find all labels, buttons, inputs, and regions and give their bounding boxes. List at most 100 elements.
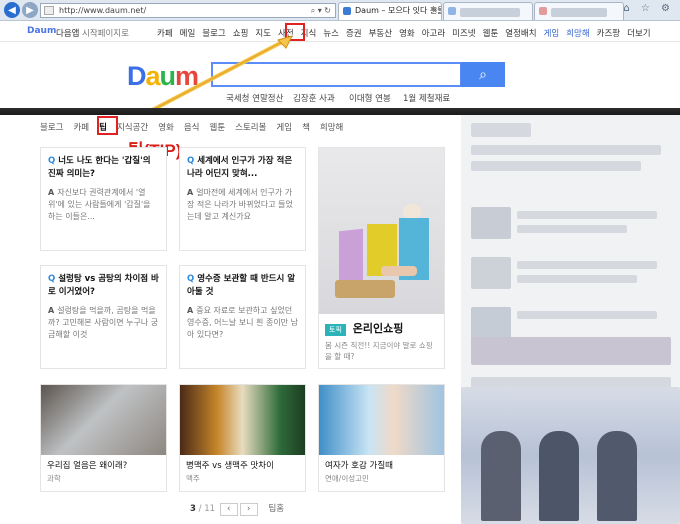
- forward-arrow-icon[interactable]: ▶: [22, 2, 38, 18]
- image-card[interactable]: 우리집 얼음은 왜이래? 과학: [40, 384, 167, 492]
- page-total: 11: [204, 504, 216, 514]
- pagination: 3 / 11 ‹ › 팁홈: [190, 503, 285, 516]
- search-button[interactable]: ⌕: [461, 62, 505, 87]
- top-menu: 카페 메일 블로그 쇼핑 지도 사전 지식 뉴스 증권 부동산 영화 아고라 미즈넷 웹툰 열정배치 게임 희망…: [157, 27, 658, 39]
- search-icon: ⌕: [479, 66, 487, 83]
- subnav-item[interactable]: 스토리볼: [235, 121, 266, 133]
- menu-item[interactable]: 아고라: [422, 27, 445, 39]
- menu-item[interactable]: 웹툰: [483, 27, 499, 39]
- menu-item[interactable]: 희망해: [566, 27, 589, 39]
- subnav-item[interactable]: 블로그: [40, 121, 63, 133]
- daum-small-logo[interactable]: Daum: [27, 26, 56, 36]
- feature-card-shopping[interactable]: 토픽 온리인쇼핑 봄 시즌 직전!! 지금이야 말로 쇼핑을 할 때?: [318, 147, 445, 369]
- tab-title: Daum – 모으다 잇다 흔들다: [355, 6, 441, 15]
- qa-card[interactable]: Q 영수증 보관할 때 반드시 알아둘 것 A 중요 자료로 보관하고 싶었던 영수…: [179, 265, 306, 369]
- trending-keyword[interactable]: 김장훈 사과: [293, 92, 335, 104]
- browser-toolbar: ◀ ▶ http://www.daum.net/ ⌕ ▾ ↻ Daum – 모으…: [0, 0, 680, 21]
- daum-logo[interactable]: Daum: [127, 61, 199, 92]
- menu-item[interactable]: 미즈넷: [452, 27, 475, 39]
- tab-daum[interactable]: Daum – 모으다 잇다 흔들다 ×: [338, 2, 442, 20]
- tab-favicon-icon: [448, 7, 456, 15]
- subnav-item[interactable]: 카페: [73, 121, 89, 133]
- address-url: http://www.daum.net/: [59, 6, 147, 15]
- feature-desc: 봄 시즌 직전!! 지금이야 말로 쇼핑을 할 때?: [325, 341, 433, 361]
- subnav-item[interactable]: 책: [302, 121, 310, 133]
- qa-card[interactable]: Q 설렁탕 vs 곰탕의 차이점 바로 이거였어? A 설렁탕을 먹을까, 곰탕을 …: [40, 265, 167, 369]
- question-q-icon: Q: [187, 274, 195, 284]
- address-tools-icon[interactable]: ⌕ ▾ ↻: [311, 4, 331, 17]
- subnav-item[interactable]: 게임: [276, 121, 292, 133]
- tab-blurred-1[interactable]: [443, 2, 533, 20]
- image-card[interactable]: 병맥주 vs 생맥주 맛차이 맥주: [179, 384, 306, 492]
- section-divider: [0, 108, 680, 115]
- image-card-title: 병맥주 vs 생맥주 맛차이: [186, 461, 274, 471]
- tab-blurred-2[interactable]: [534, 2, 624, 20]
- right-sidebar-blurred: [461, 115, 680, 524]
- blurred-tab-title: [551, 8, 607, 17]
- menu-item[interactable]: 블로그: [202, 27, 225, 39]
- browser-home-star-gear-icon[interactable]: ⌂ ☆ ⚙: [623, 3, 674, 14]
- answer-text: 설렁탕을 먹을까, 곰탕을 먹을까? 고민해본 사람이면 누구나 궁금해할 이것: [48, 306, 159, 339]
- question-q-icon: Q: [187, 156, 195, 166]
- tab-favicon-icon: [539, 7, 547, 15]
- link-start-page[interactable]: 시작페이지로: [82, 27, 129, 39]
- question-text: 세계에서 인구가 가장 적은 나라 어딘지 맞혀...: [187, 156, 293, 179]
- beer-glasses-image: [180, 385, 305, 455]
- menu-item[interactable]: 지도: [255, 27, 271, 39]
- page-favicon-icon: [44, 6, 54, 15]
- address-bar[interactable]: http://www.daum.net/ ⌕ ▾ ↻: [40, 3, 336, 18]
- answer-a-icon: A: [187, 188, 194, 197]
- qa-card[interactable]: Q 세계에서 인구가 가장 적은 나라 어딘지 맞혀... A 얼마전에 세계에서 …: [179, 147, 306, 251]
- menu-item[interactable]: 부동산: [369, 27, 392, 39]
- menu-item[interactable]: 게임: [544, 27, 560, 39]
- menu-item[interactable]: 증권: [346, 27, 362, 39]
- menu-item[interactable]: 영화: [399, 27, 415, 39]
- image-card-title: 우리집 얼음은 왜이래?: [47, 461, 128, 471]
- link-daum-app[interactable]: 다음앱: [56, 27, 79, 39]
- sub-navigation: 블로그 카페 팁 지식공간 영화 음식 웹툰 스토리볼 게임 책 희망해: [40, 121, 353, 133]
- qa-card[interactable]: Q 너도 나도 한다는 '갑질'의 진짜 의미는? A 자신보다 권력관계에서 '열…: [40, 147, 167, 251]
- menu-item[interactable]: 카페: [157, 27, 173, 39]
- menu-item[interactable]: 카즈팡: [597, 27, 620, 39]
- trending-keyword[interactable]: 1월 제철재료: [403, 92, 450, 104]
- subnav-item[interactable]: 음식: [184, 121, 200, 133]
- question-q-icon: Q: [48, 274, 56, 284]
- image-card-title: 여자가 호감 가질때: [325, 461, 393, 471]
- menu-item[interactable]: 쇼핑: [233, 27, 249, 39]
- subnav-item[interactable]: 희망해: [320, 121, 343, 133]
- blurred-tab-title: [460, 8, 520, 17]
- prev-page-button[interactable]: ‹: [219, 503, 238, 516]
- daum-favicon-icon: [343, 7, 351, 15]
- close-icon[interactable]: ×: [431, 3, 438, 19]
- answer-a-icon: A: [48, 188, 55, 197]
- trending-keyword[interactable]: 국세청 연말정산: [226, 92, 283, 104]
- topic-badge: 토픽: [325, 324, 346, 336]
- search-input[interactable]: [211, 62, 462, 87]
- subnav-item[interactable]: 웹툰: [210, 121, 226, 133]
- question-text: 설렁탕 vs 곰탕의 차이점 바로 이거였어?: [48, 274, 159, 297]
- menu-item[interactable]: 뉴스: [323, 27, 339, 39]
- image-card-category: 과학: [47, 474, 61, 483]
- question-text: 너도 나도 한다는 '갑질'의 진짜 의미는?: [48, 156, 151, 179]
- menu-item[interactable]: 메일: [180, 27, 196, 39]
- image-card-category: 연애/이성고민: [325, 474, 369, 483]
- daum-top-bar: Daum 다음앱 시작페이지로 카페 메일 블로그 쇼핑 지도 사전 지식 뉴스 증권 부동산 영화…: [0, 21, 680, 42]
- next-page-button[interactable]: ›: [239, 503, 258, 516]
- answer-text: 중요 자료로 보관하고 싶었던 영수증, 어느날 보니 흰 종이만 남아 있다면…: [187, 306, 298, 339]
- answer-text: 자신보다 권력관계에서 '열위'에 있는 사람들에게 '갑질'을 하는 이들은.…: [48, 188, 151, 221]
- page-current: 3: [190, 504, 196, 514]
- highlight-box-tip: [97, 116, 118, 135]
- back-arrow-icon[interactable]: ◀: [4, 2, 20, 18]
- holding-hands-image: [319, 385, 444, 455]
- tip-home-link[interactable]: 팁홈: [268, 504, 284, 514]
- menu-item-more[interactable]: 더보기: [627, 27, 650, 39]
- question-q-icon: Q: [48, 156, 56, 166]
- menu-item[interactable]: 열정배치: [505, 27, 536, 39]
- image-card[interactable]: 여자가 호감 가질때 연애/이성고민: [318, 384, 445, 492]
- answer-a-icon: A: [187, 306, 194, 315]
- subnav-item[interactable]: 지식공간: [117, 121, 148, 133]
- subnav-item[interactable]: 영화: [158, 121, 174, 133]
- trending-keyword[interactable]: 이대형 연봉: [349, 92, 391, 104]
- answer-a-icon: A: [48, 306, 55, 315]
- question-text: 영수증 보관할 때 반드시 알아둘 것: [187, 274, 296, 297]
